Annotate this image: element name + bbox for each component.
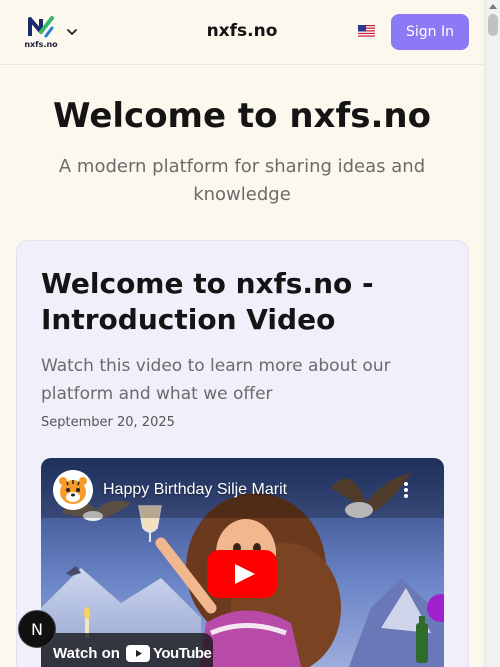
us-flag-icon[interactable] <box>358 25 375 38</box>
hero-title: Welcome to nxfs.no <box>53 96 431 136</box>
watch-on-label: Watch on <box>53 644 120 662</box>
video-title[interactable]: Happy Birthday Silje Marit <box>103 481 287 499</box>
post-title[interactable]: Welcome to nxfs.no - Introduction Video <box>41 266 441 338</box>
play-button-icon[interactable] <box>207 550 277 598</box>
logo-text: nxfs.no <box>24 40 58 49</box>
youtube-play-icon <box>125 644 150 662</box>
channel-avatar[interactable] <box>53 470 93 510</box>
page-scrollbar[interactable] <box>484 0 500 667</box>
scrollbar-thumb[interactable] <box>488 14 498 36</box>
youtube-wordmark: YouTube <box>152 644 212 662</box>
youtube-logo: YouTube <box>125 644 212 662</box>
watch-on-youtube-link[interactable]: Watch on YouTube <box>41 633 213 667</box>
hero-subtitle: A modern platform for sharing ideas and … <box>58 156 426 205</box>
site-header: nxfs.no nxfs.no Sign In <box>0 0 484 65</box>
more-options-icon[interactable] <box>401 480 411 500</box>
post-description: Watch this video to learn more about our… <box>41 356 391 404</box>
video-embed[interactable]: Happy Birthday Silje Marit Watch on YouT… <box>41 458 444 667</box>
post-date: September 20, 2025 <box>41 415 175 430</box>
scroll-up-arrow-icon[interactable] <box>489 4 497 9</box>
tiger-avatar-icon <box>53 470 93 510</box>
dev-tools-badge[interactable]: N <box>18 610 56 648</box>
sign-in-button[interactable]: Sign In <box>391 14 469 50</box>
